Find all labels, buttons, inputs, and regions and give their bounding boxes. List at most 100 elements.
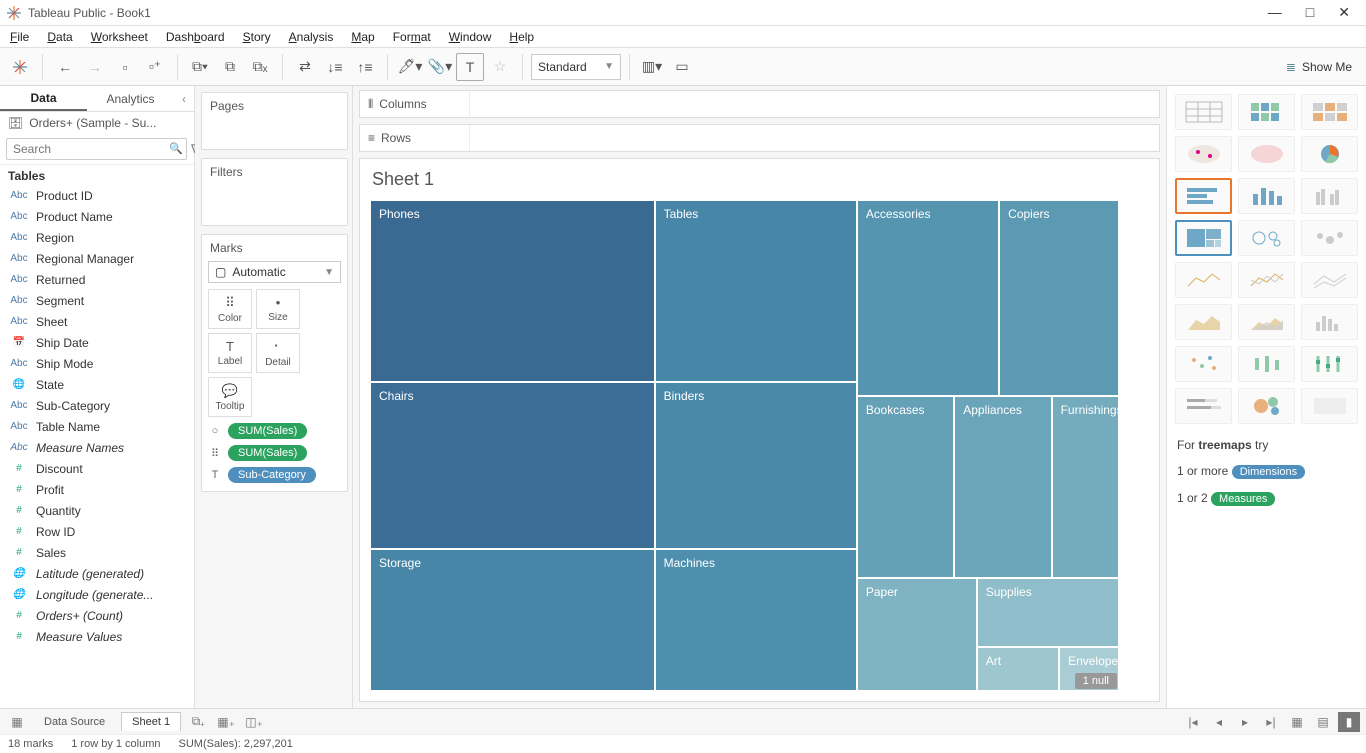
field-regional-manager[interactable]: AbcRegional Manager <box>0 248 194 269</box>
highlight-button[interactable]: 🖊▾ <box>396 53 424 81</box>
fit-dropdown[interactable]: Standard▼ <box>531 54 621 80</box>
filmstrip-icon[interactable]: ▦ <box>1286 712 1308 732</box>
undo-button[interactable]: ← <box>51 53 79 81</box>
pin-button[interactable]: ☆ <box>486 53 514 81</box>
field-ship-mode[interactable]: AbcShip Mode <box>0 353 194 374</box>
pill-sub-category[interactable]: TSub-Category <box>208 467 341 483</box>
viz-canvas[interactable]: Sheet 1 PhonesChairsStorage TablesBinders… <box>359 158 1160 702</box>
treemap-cell-paper[interactable]: Paper <box>857 578 977 691</box>
field-state[interactable]: 🌐State <box>0 374 194 395</box>
treemap-cell-chairs[interactable]: Chairs <box>370 382 655 549</box>
showme-map-sym[interactable] <box>1175 136 1232 172</box>
treemap-cell-appliances[interactable]: Appliances <box>954 396 1051 578</box>
menu-worksheet[interactable]: Worksheet <box>91 30 148 44</box>
showme-hbar[interactable] <box>1175 178 1232 214</box>
search-input[interactable] <box>6 138 187 160</box>
menu-dashboard[interactable]: Dashboard <box>166 30 225 44</box>
close-button[interactable]: ✕ <box>1338 4 1350 21</box>
marks-size[interactable]: •Size <box>256 289 300 329</box>
rows-shelf[interactable]: ≡Rows <box>359 124 1160 152</box>
prev-sheet-icon[interactable]: ◂ <box>1208 712 1230 732</box>
label-toggle-button[interactable]: T <box>456 53 484 81</box>
showme-area[interactable] <box>1175 304 1232 340</box>
new-worksheet-button[interactable]: ⧉▾ <box>186 53 214 81</box>
menu-map[interactable]: Map <box>351 30 374 44</box>
field-profit[interactable]: #Profit <box>0 479 194 500</box>
showme-bubble[interactable] <box>1238 388 1295 424</box>
show-me-toggle[interactable]: ≣ Show Me <box>1286 60 1360 74</box>
showme-hist[interactable] <box>1301 304 1358 340</box>
tableau-home-icon[interactable] <box>6 53 34 81</box>
field-row-id[interactable]: #Row ID <box>0 521 194 542</box>
field-quantity[interactable]: #Quantity <box>0 500 194 521</box>
field-measure-names[interactable]: AbcMeasure Names <box>0 437 194 458</box>
sheet-title[interactable]: Sheet 1 <box>360 159 1159 194</box>
group-button[interactable]: 📎▾ <box>426 53 454 81</box>
pages-shelf[interactable]: Pages <box>201 92 348 150</box>
new-story-tab[interactable]: ◫₊ <box>243 712 265 732</box>
field-longitude-generate-[interactable]: 🌐Longitude (generate... <box>0 584 194 605</box>
first-sheet-icon[interactable]: |◂ <box>1182 712 1204 732</box>
field-ship-date[interactable]: 📅Ship Date <box>0 332 194 353</box>
menu-data[interactable]: Data <box>47 30 72 44</box>
field-product-id[interactable]: AbcProduct ID <box>0 185 194 206</box>
field-sheet[interactable]: AbcSheet <box>0 311 194 332</box>
save-button[interactable]: ▫ <box>111 53 139 81</box>
menu-story[interactable]: Story <box>243 30 271 44</box>
treemap-cell-tables[interactable]: Tables <box>655 200 857 382</box>
treemap-cell-furnishings[interactable]: Furnishings <box>1052 396 1119 578</box>
treemap-cell-storage[interactable]: Storage <box>370 549 655 691</box>
showme-vbar[interactable] <box>1238 178 1295 214</box>
new-data-button[interactable]: ▫⁺ <box>141 53 169 81</box>
field-measure-values[interactable]: #Measure Values <box>0 626 194 647</box>
showme-highlight[interactable] <box>1301 94 1358 130</box>
new-worksheet-tab[interactable]: ⧉₊ <box>187 712 209 732</box>
next-sheet-icon[interactable]: ▸ <box>1234 712 1256 732</box>
showme-treemap[interactable] <box>1175 220 1232 256</box>
duplicate-button[interactable]: ⧉ <box>216 53 244 81</box>
pill-sum-sales-[interactable]: ○SUM(Sales) <box>208 423 341 439</box>
treemap-cell-binders[interactable]: Binders <box>655 382 857 549</box>
filters-shelf[interactable]: Filters <box>201 158 348 226</box>
showme-table[interactable] <box>1175 94 1232 130</box>
menu-help[interactable]: Help <box>509 30 534 44</box>
showme-multi-line[interactable] <box>1301 262 1358 298</box>
last-sheet-icon[interactable]: ▸| <box>1260 712 1282 732</box>
treemap-cell-supplies[interactable]: Supplies <box>977 578 1119 647</box>
treemap-cell-art[interactable]: Art <box>977 647 1059 691</box>
redo-button[interactable]: → <box>81 53 109 81</box>
minimize-button[interactable]: — <box>1268 4 1282 21</box>
treemap-cell-bookcases[interactable]: Bookcases <box>857 396 954 578</box>
tab-analytics[interactable]: Analytics <box>87 86 174 111</box>
marks-tooltip[interactable]: 💬Tooltip <box>208 377 252 417</box>
menu-analysis[interactable]: Analysis <box>289 30 334 44</box>
datasource-tab-icon[interactable]: ▦ <box>6 712 28 732</box>
sheet-tab[interactable]: Sheet 1 <box>121 712 181 731</box>
marks-label[interactable]: TLabel <box>208 333 252 373</box>
maximize-button[interactable]: □ <box>1306 4 1314 21</box>
showme-side-bar[interactable] <box>1301 178 1358 214</box>
showme-scatter[interactable] <box>1175 346 1232 382</box>
menu-window[interactable]: Window <box>449 30 492 44</box>
field-discount[interactable]: #Discount <box>0 458 194 479</box>
columns-shelf[interactable]: ⦀Columns <box>359 90 1160 118</box>
showme-packed[interactable] <box>1301 220 1358 256</box>
tab-data[interactable]: Data <box>0 86 87 111</box>
showme-line[interactable] <box>1175 262 1232 298</box>
datasource-tab[interactable]: Data Source <box>34 713 115 731</box>
showme-step[interactable] <box>1301 388 1358 424</box>
showme-dual-area[interactable] <box>1238 304 1295 340</box>
show-cards-button[interactable]: ▥▾ <box>638 53 666 81</box>
field-latitude-generated-[interactable]: 🌐Latitude (generated) <box>0 563 194 584</box>
sorter-icon[interactable]: ▤ <box>1312 712 1334 732</box>
mark-type-dropdown[interactable]: ▢Automatic▼ <box>208 261 341 283</box>
showme-circle[interactable] <box>1238 220 1295 256</box>
slideshow-icon[interactable]: ▮ <box>1338 712 1360 732</box>
showme-map-fill[interactable] <box>1238 136 1295 172</box>
treemap-cell-phones[interactable]: Phones <box>370 200 655 382</box>
datasource-row[interactable]: 🗄 Orders+ (Sample - Su... <box>0 112 194 134</box>
marks-color[interactable]: ⠿Color <box>208 289 252 329</box>
showme-heatmap[interactable] <box>1238 94 1295 130</box>
pill-sum-sales-[interactable]: ⠿SUM(Sales) <box>208 445 341 461</box>
sort-asc-button[interactable]: ↓≡ <box>321 53 349 81</box>
